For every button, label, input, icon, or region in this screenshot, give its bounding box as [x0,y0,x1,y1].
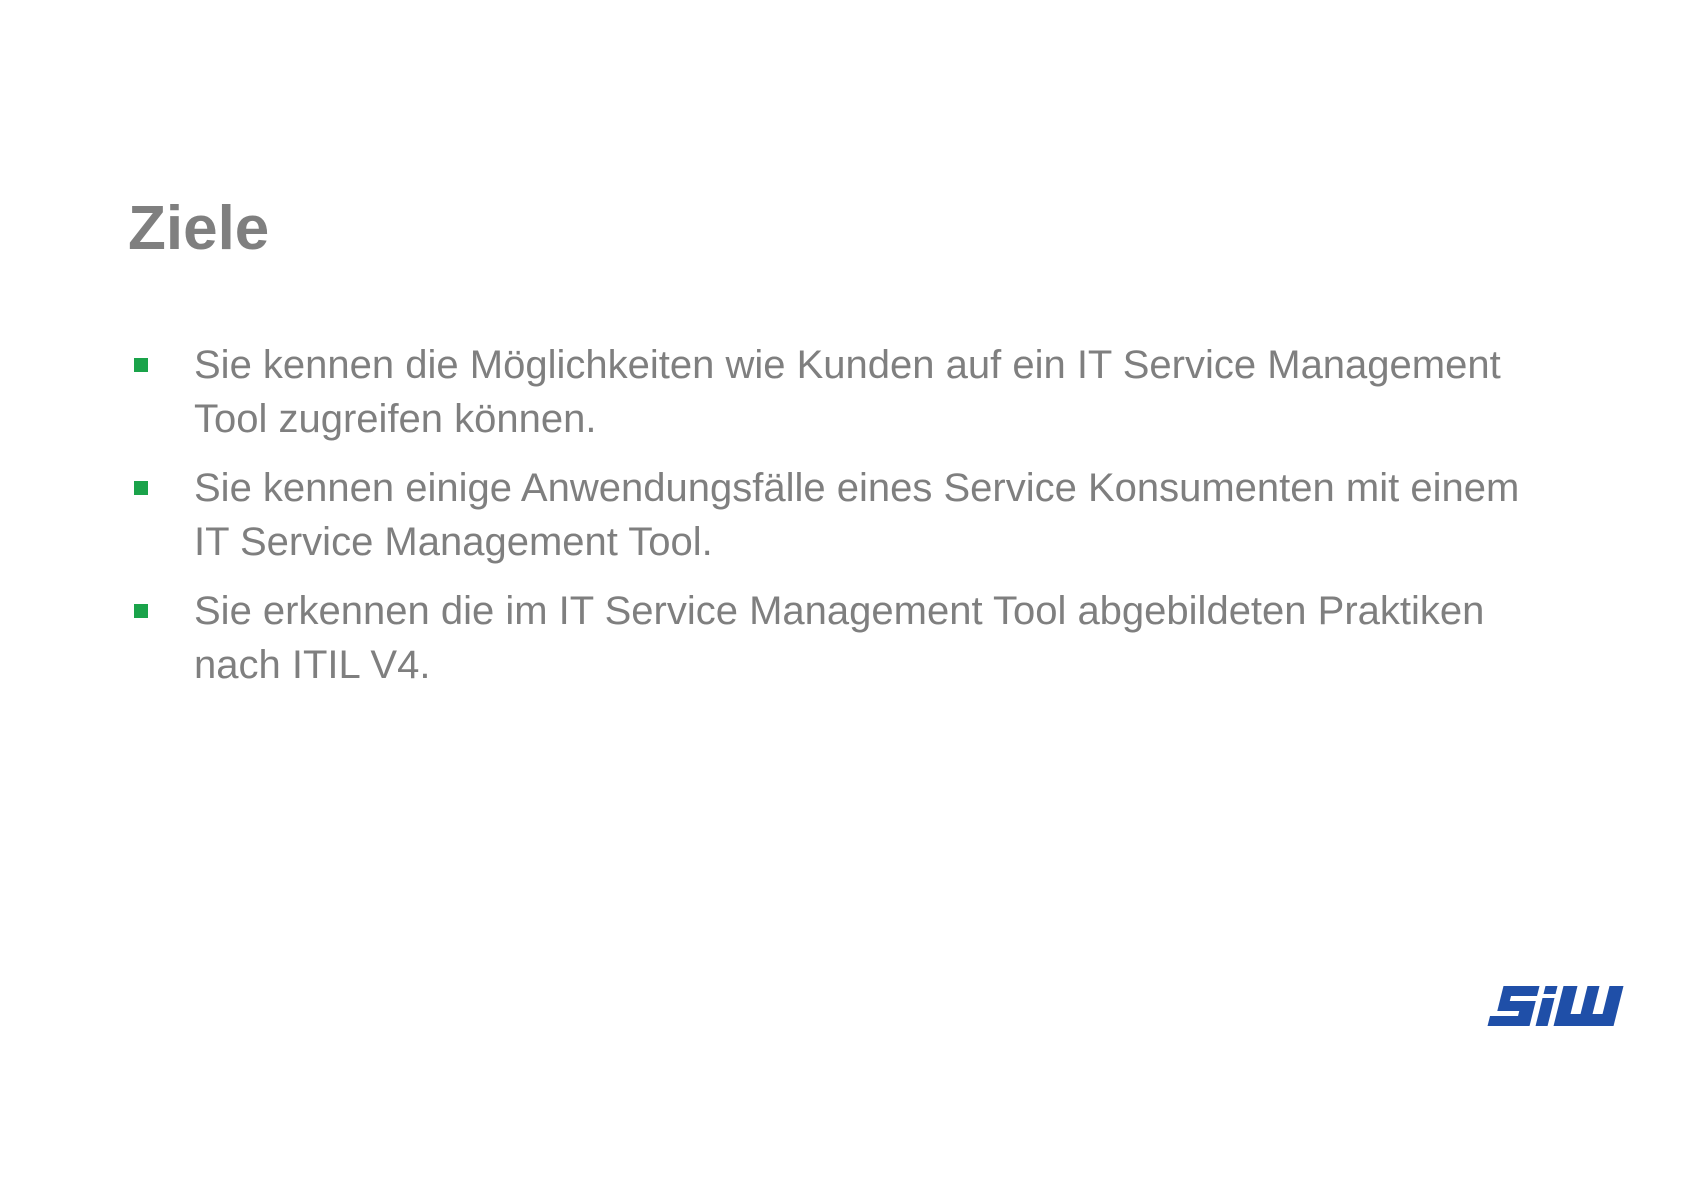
bullet-text: Sie erkennen die im IT Service Managemen… [194,589,1485,687]
slide-title: Ziele [128,194,270,263]
siw-logo [1487,986,1624,1026]
bullet-item: Sie erkennen die im IT Service Managemen… [128,584,1558,692]
square-bullet-icon [134,604,148,618]
bullet-list: Sie kennen die Möglichkeiten wie Kunden … [128,338,1558,707]
bullet-item: Sie kennen die Möglichkeiten wie Kunden … [128,338,1558,446]
slide: Ziele Sie kennen die Möglichkeiten wie K… [0,0,1683,1190]
square-bullet-icon [134,481,148,495]
bullet-text: Sie kennen die Möglichkeiten wie Kunden … [194,343,1501,441]
bullet-item: Sie kennen einige Anwendungsfälle eines … [128,461,1558,569]
square-bullet-icon [134,358,148,372]
bullet-text: Sie kennen einige Anwendungsfälle eines … [194,466,1520,564]
